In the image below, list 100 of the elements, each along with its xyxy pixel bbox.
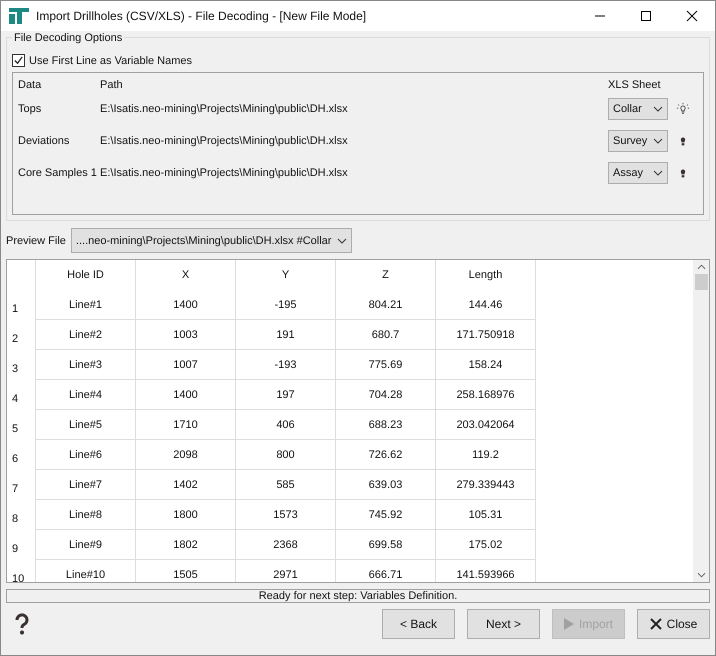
group-title: File Decoding Options — [12, 32, 124, 44]
column-header: X — [136, 260, 236, 290]
sheet-dropdown[interactable]: Assay — [608, 162, 668, 184]
table-cell: 775.69 — [336, 350, 436, 380]
table-cell: 158.24 — [436, 350, 536, 380]
table-cell: 2971 — [236, 560, 336, 582]
table-cell: 203.042064 — [436, 410, 536, 440]
table-cell: 175.02 — [436, 530, 536, 560]
table-cell: 745.92 — [336, 500, 436, 530]
table-cell: Line#7 — [36, 470, 136, 500]
row-number: 1 — [7, 290, 36, 320]
table-cell: 279.339443 — [436, 470, 536, 500]
checkbox[interactable] — [12, 54, 25, 67]
file-path: E:\Isatis.neo-mining\Projects\Mining\public\DH.xlsx — [100, 135, 349, 147]
help-icon[interactable] — [14, 613, 30, 635]
dialog-button[interactable]: < Back — [382, 609, 455, 639]
table-cell: 105.31 — [436, 500, 536, 530]
table-cell: 1802 — [136, 530, 236, 560]
preview-file-dropdown[interactable]: ....neo-mining\Projects\Mining\public\DH.xlsx #Collar — [70, 228, 352, 253]
table-cell: 800 — [236, 440, 336, 470]
table-cell: 406 — [236, 410, 336, 440]
table-cell: 2368 — [236, 530, 336, 560]
table-cell: 191 — [236, 320, 336, 350]
file-path: E:\Isatis.neo-mining\Projects\Mining\public\DH.xlsx — [100, 167, 349, 179]
data-label: Tops — [18, 103, 42, 115]
checkbox-label: Use First Line as Variable Names — [29, 54, 192, 66]
table-cell: 171.750918 — [436, 320, 536, 350]
table-cell: 804.21 — [336, 290, 436, 320]
table-cell: 1573 — [236, 500, 336, 530]
row-number: 5 — [7, 410, 36, 440]
column-header: Path — [100, 79, 124, 91]
table-cell: 119.2 — [436, 440, 536, 470]
column-header: Data — [18, 79, 42, 91]
table-cell: 726.62 — [336, 440, 436, 470]
table-cell: 141.593966 — [436, 560, 536, 582]
table-cell: Line#8 — [36, 500, 136, 530]
table-cell: 688.23 — [336, 410, 436, 440]
table-cell: 144.46 — [436, 290, 536, 320]
table-cell: Line#2 — [36, 320, 136, 350]
table-cell: Line#3 — [36, 350, 136, 380]
close-icon — [650, 618, 662, 630]
sheet-dropdown[interactable]: Collar — [608, 98, 668, 120]
row-number: 10 — [7, 560, 36, 582]
chevron-down-icon — [653, 170, 663, 176]
row-number: 9 — [7, 530, 36, 560]
play-icon — [564, 618, 574, 630]
scroll-down-icon[interactable] — [696, 572, 706, 578]
status-bar: Ready for next step: Variables Definition. — [6, 589, 710, 603]
table-cell: 1710 — [136, 410, 236, 440]
file-path: E:\Isatis.neo-mining\Projects\Mining\public\DH.xlsx — [100, 103, 349, 115]
table-cell: -193 — [236, 350, 336, 380]
column-header: Y — [236, 260, 336, 290]
table-cell: 2098 — [136, 440, 236, 470]
row-number: 8 — [7, 500, 36, 530]
row-number: 4 — [7, 380, 36, 410]
chevron-down-icon — [653, 138, 663, 144]
table-cell: 1007 — [136, 350, 236, 380]
table-cell: 666.71 — [336, 560, 436, 582]
table-cell: 1402 — [136, 470, 236, 500]
table-cell: Line#10 — [36, 560, 136, 582]
table-cell: 680.7 — [336, 320, 436, 350]
data-label: Core Samples 1 — [18, 167, 98, 179]
table-cell: 258.168976 — [436, 380, 536, 410]
table-cell: 1800 — [136, 500, 236, 530]
lightbulb-icon[interactable] — [676, 102, 690, 116]
close-button[interactable]: Close — [637, 609, 710, 639]
table-cell: 197 — [236, 380, 336, 410]
scroll-up-icon[interactable] — [696, 264, 706, 270]
column-header: XLS Sheet — [608, 79, 662, 91]
scrollbar[interactable] — [693, 260, 709, 582]
table-cell: 1003 — [136, 320, 236, 350]
table-cell: 639.03 — [336, 470, 436, 500]
table-cell: 1505 — [136, 560, 236, 582]
preview-file-label: Preview File — [6, 234, 66, 246]
column-header: Hole ID — [36, 260, 136, 290]
dialog-button[interactable]: Next > — [467, 609, 540, 639]
table-cell: 704.28 — [336, 380, 436, 410]
data-label: Deviations — [18, 135, 70, 147]
table-cell: Line#4 — [36, 380, 136, 410]
row-number: 2 — [7, 320, 36, 350]
sheet-dropdown[interactable]: Survey — [608, 130, 668, 152]
table-cell: 1400 — [136, 290, 236, 320]
column-header: Z — [336, 260, 436, 290]
column-header: Length — [436, 260, 536, 290]
chevron-down-icon — [653, 106, 663, 112]
table-cell: -195 — [236, 290, 336, 320]
app-logo-icon — [9, 8, 29, 24]
chevron-down-icon — [337, 238, 348, 244]
scrollbar-thumb[interactable] — [694, 274, 708, 290]
table-cell: Line#5 — [36, 410, 136, 440]
table-cell: 585 — [236, 470, 336, 500]
row-number: 7 — [7, 470, 36, 500]
table-cell: 699.58 — [336, 530, 436, 560]
table-cell: Line#6 — [36, 440, 136, 470]
row-number: 6 — [7, 440, 36, 470]
table-cell: Line#9 — [36, 530, 136, 560]
row-number: 3 — [7, 350, 36, 380]
window-title: Import Drillholes (CSV/XLS) - File Decoding - [New File Mode] — [36, 9, 366, 23]
table-cell: Line#1 — [36, 290, 136, 320]
table-cell: 1400 — [136, 380, 236, 410]
